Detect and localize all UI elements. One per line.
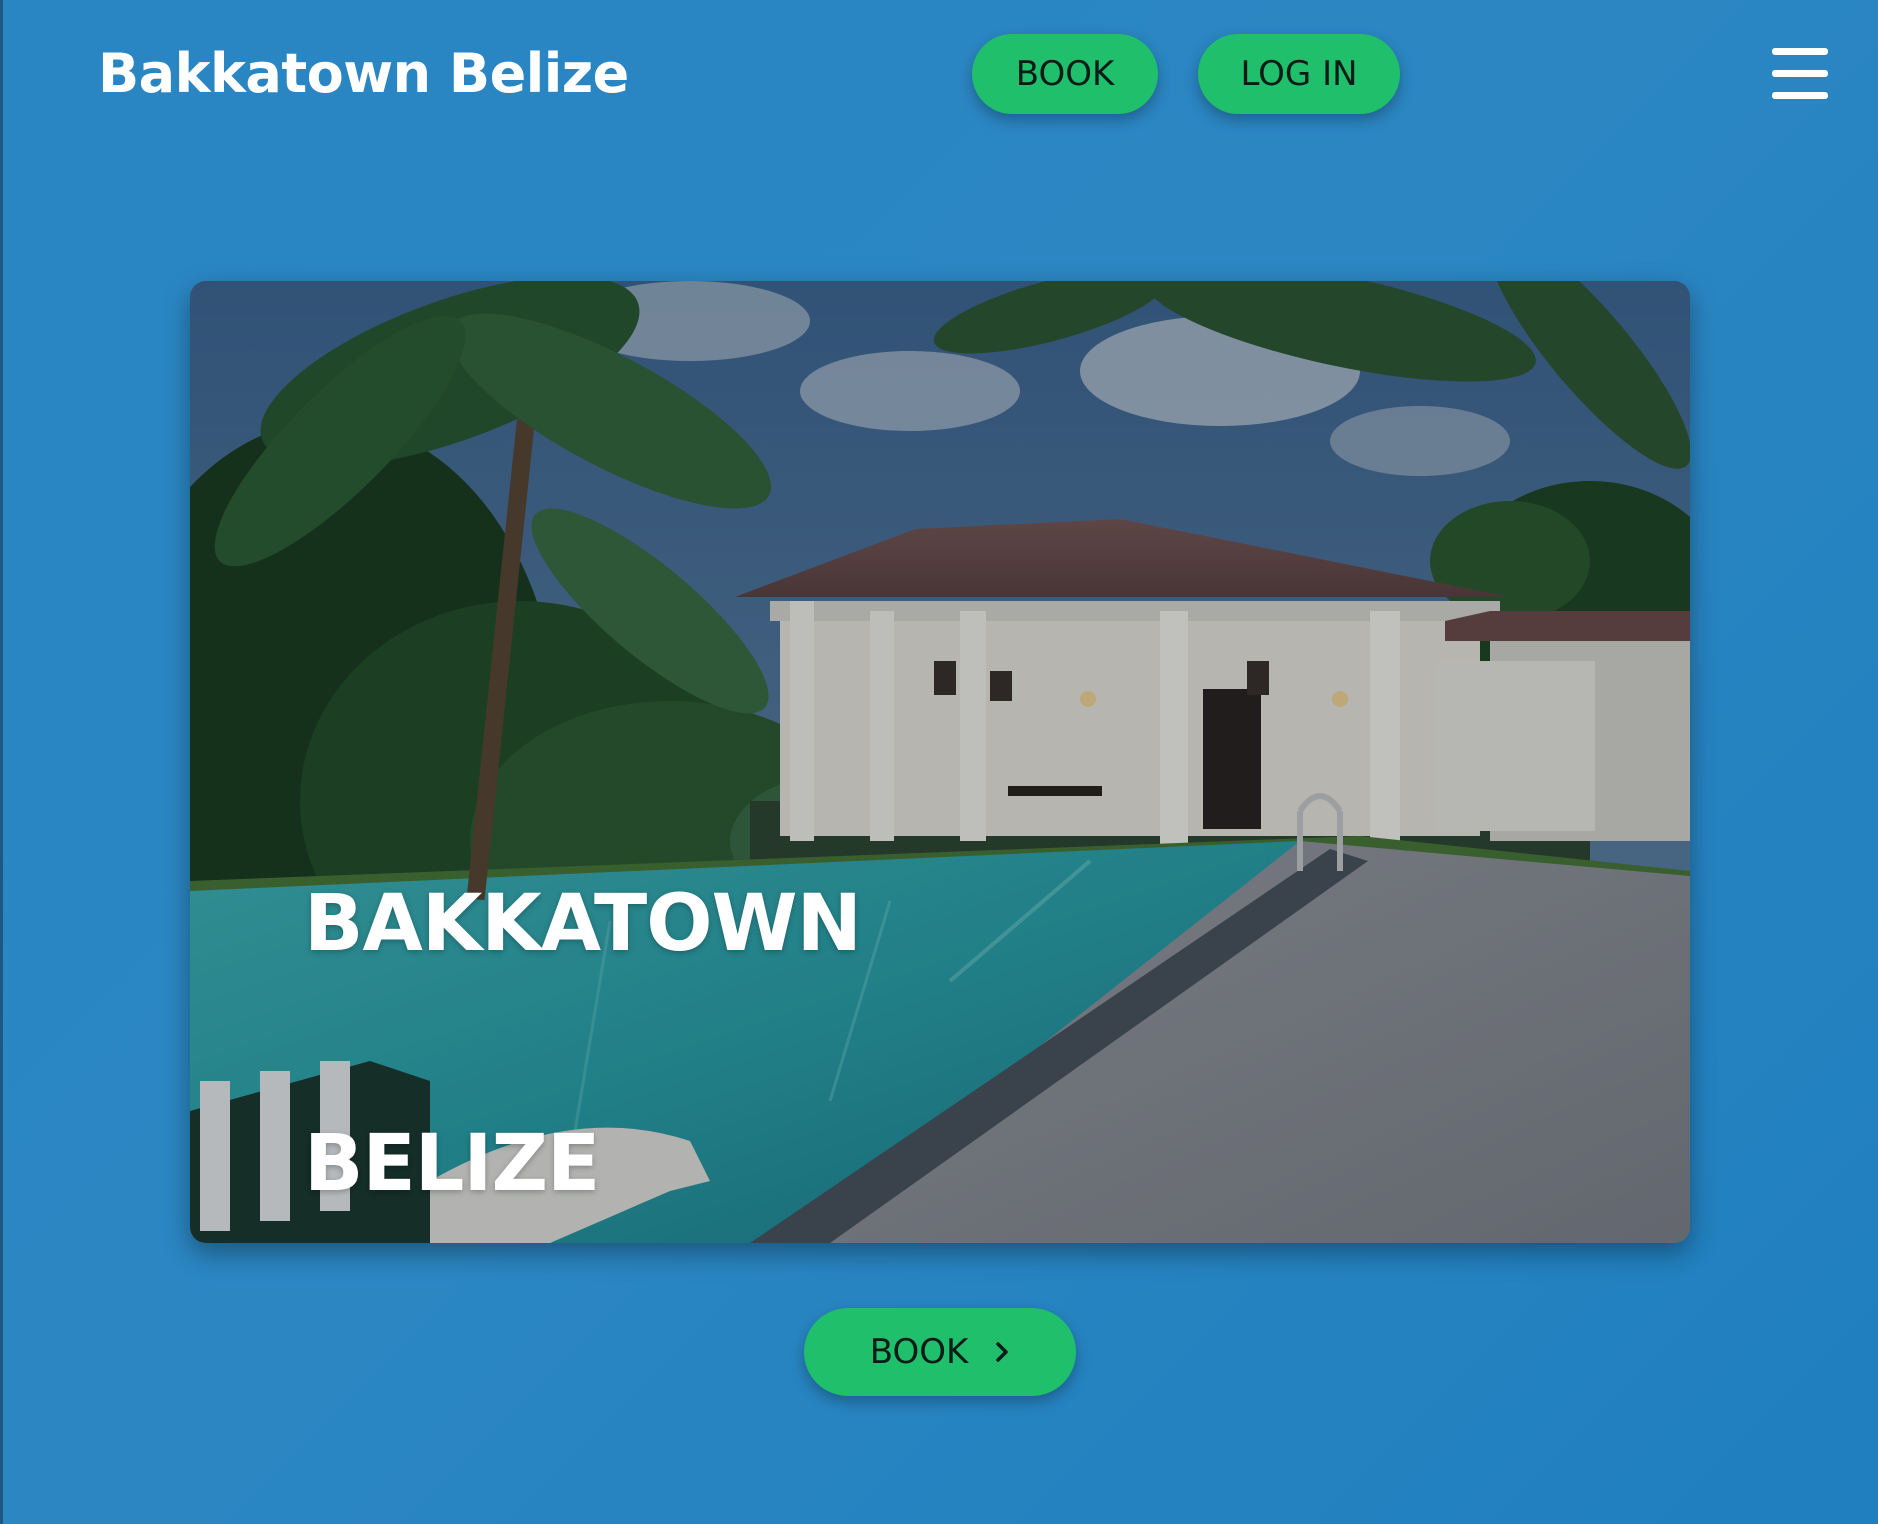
header-book-button[interactable]: BOOK — [972, 34, 1158, 114]
site-logo-text[interactable]: Bakkatown Belize — [98, 36, 629, 112]
hero-card: BAKKATOWN BELIZE — [190, 281, 1690, 1243]
hero-title-line-1: BAKKATOWN — [304, 879, 862, 969]
page-edge — [0, 0, 3, 1524]
resort-pool-image — [190, 281, 1690, 1243]
login-button[interactable]: LOG IN — [1198, 34, 1400, 114]
chevron-right-icon — [994, 1340, 1010, 1364]
menu-bar-bottom — [1772, 92, 1828, 99]
menu-bar-top — [1772, 48, 1828, 55]
hero-title-line-2: BELIZE — [304, 1119, 600, 1209]
hamburger-menu-icon[interactable] — [1772, 48, 1828, 100]
book-cta-label: BOOK — [869, 1332, 969, 1372]
menu-bar-middle — [1772, 70, 1828, 77]
book-cta-button[interactable]: BOOK — [804, 1308, 1076, 1396]
